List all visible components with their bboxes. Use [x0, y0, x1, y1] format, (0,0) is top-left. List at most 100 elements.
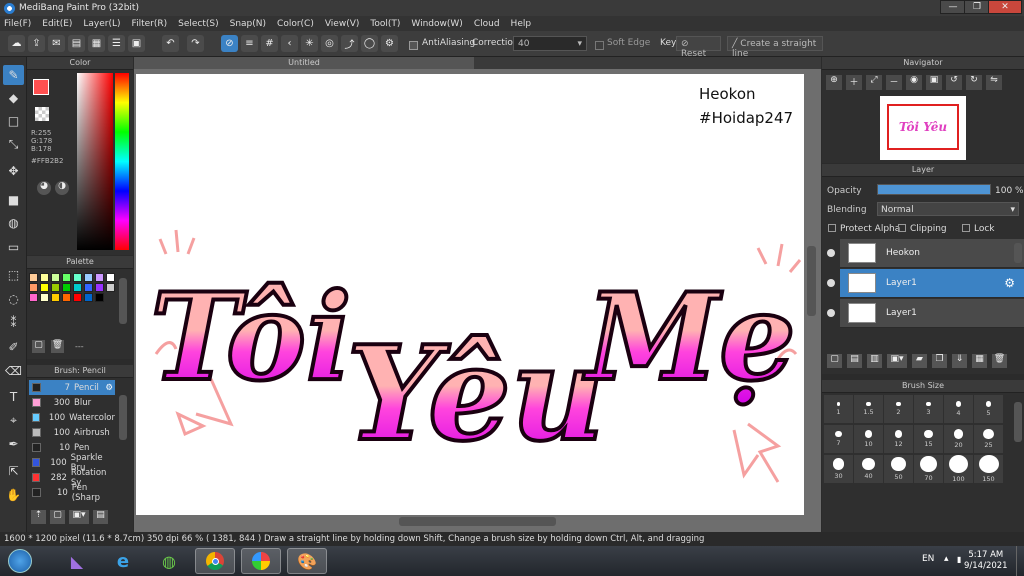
menu-view[interactable]: View(V): [325, 19, 360, 29]
grid-snap-icon[interactable]: #: [261, 35, 278, 52]
radial-snap-icon[interactable]: ✳: [301, 35, 318, 52]
brush-size-cell[interactable]: 12: [884, 425, 913, 453]
folder-icon[interactable]: ▰: [912, 354, 927, 368]
menu-filter[interactable]: Filter(R): [132, 19, 168, 29]
color-settings-icon[interactable]: ◑: [55, 181, 69, 195]
undo-icon[interactable]: ↶: [162, 35, 179, 52]
straight-line-button[interactable]: ╱ Create a straight line: [727, 36, 823, 59]
menu-tool[interactable]: Tool(T): [370, 19, 400, 29]
new-8bit-layer-icon[interactable]: ▤: [847, 354, 862, 368]
blending-select[interactable]: Normal ▾: [877, 202, 1019, 216]
snap-off-icon[interactable]: ⊘: [221, 35, 238, 52]
select-eraser-icon[interactable]: ⌫: [3, 361, 24, 381]
brush-size-cell[interactable]: 5: [974, 395, 1003, 423]
curve-snap-icon[interactable]: ⤴: [341, 35, 358, 52]
canvas-horizontal-scrollbar[interactable]: [399, 517, 556, 526]
rotate-left-icon[interactable]: ↺: [946, 75, 962, 90]
navigate-tool-icon[interactable]: ⇱: [3, 461, 24, 481]
brush-item[interactable]: 300 Blur: [29, 395, 115, 410]
chrome-icon[interactable]: [195, 548, 235, 574]
parallel-snap-icon[interactable]: ≡: [241, 35, 258, 52]
palette-swatch[interactable]: [73, 293, 82, 302]
delete-layer-icon[interactable]: 🗑: [992, 354, 1007, 368]
antialiasing-checkbox[interactable]: [409, 41, 418, 50]
eyedropper-tool-icon[interactable]: ✒: [3, 434, 24, 454]
snap-settings-icon[interactable]: ⚙: [381, 35, 398, 52]
add-brush-icon[interactable]: ▣▾: [69, 510, 89, 524]
show-desktop-button[interactable]: [1016, 546, 1024, 576]
dot-tool-icon[interactable]: ⤡: [3, 134, 24, 154]
hand-tool-icon[interactable]: ✋: [3, 485, 24, 505]
document-tab[interactable]: Untitled: [134, 57, 474, 69]
hue-slider[interactable]: [115, 73, 129, 250]
tray-expand-icon[interactable]: ▴: [944, 554, 949, 564]
palette-swatch[interactable]: [95, 293, 104, 302]
brush-size-cell[interactable]: 20: [944, 425, 973, 453]
menu-select[interactable]: Select(S): [178, 19, 219, 29]
new-layer-icon[interactable]: ▢: [827, 354, 842, 368]
palette-swatch[interactable]: [29, 283, 38, 292]
zoom-fit-icon[interactable]: ⊕: [826, 75, 842, 90]
new-brush-icon[interactable]: ▢: [50, 510, 65, 524]
navigator-preview[interactable]: Tôi Yêu Mẹ: [880, 96, 966, 176]
palette-swatch[interactable]: [106, 283, 115, 292]
color-wheel-icon[interactable]: ◕: [37, 181, 51, 195]
palette-swatch[interactable]: [51, 283, 60, 292]
start-button-icon[interactable]: [2, 548, 38, 574]
brush-size-cell[interactable]: 100: [944, 455, 973, 483]
correction-select[interactable]: 40 ▾: [513, 36, 587, 51]
opacity-slider[interactable]: [877, 184, 991, 195]
circle-snap-icon[interactable]: ◯: [361, 35, 378, 52]
rotate-reset-icon[interactable]: ◉: [906, 75, 922, 90]
palette-swatch[interactable]: [73, 283, 82, 292]
canvas-vertical-scrollbar[interactable]: [807, 246, 816, 316]
brush-size-cell[interactable]: 4: [944, 395, 973, 423]
language-indicator[interactable]: EN: [922, 554, 934, 564]
palette-swatch[interactable]: [62, 273, 71, 282]
minimize-button[interactable]: —: [940, 0, 966, 14]
brush-tool-icon[interactable]: ✎: [3, 65, 24, 85]
menu-help[interactable]: Help: [511, 19, 532, 29]
palette-swatch[interactable]: [84, 283, 93, 292]
reset-button[interactable]: ⊘ Reset: [676, 36, 721, 59]
close-button[interactable]: ✕: [988, 0, 1022, 14]
palette-swatch[interactable]: [51, 273, 60, 282]
brush-size-cell[interactable]: 150: [974, 455, 1003, 483]
brush-size-cell[interactable]: 50: [884, 455, 913, 483]
frame-icon[interactable]: ▣: [128, 35, 145, 52]
palette-swatch[interactable]: [40, 283, 49, 292]
brush-size-cell[interactable]: 40: [854, 455, 883, 483]
clipping-checkbox[interactable]: [898, 224, 906, 232]
lasso-tool-icon[interactable]: ◌: [3, 289, 24, 309]
brush-size-cell[interactable]: 1: [824, 395, 853, 423]
add-layer-menu-icon[interactable]: ▣▾: [887, 354, 907, 368]
perspective-snap-icon[interactable]: ‹: [281, 35, 298, 52]
saturation-brightness-picker[interactable]: [77, 73, 113, 250]
palette-swatch[interactable]: [95, 283, 104, 292]
protect-alpha-checkbox[interactable]: [828, 224, 836, 232]
brush-settings-icon[interactable]: ▤: [93, 510, 108, 524]
layer-row[interactable]: Layer1: [840, 299, 1024, 328]
visibility-eye-icon[interactable]: [827, 249, 835, 257]
transparent-color-swatch[interactable]: [35, 107, 49, 121]
brush-item[interactable]: 100 Watercolor: [29, 410, 115, 425]
marquee-tool-icon[interactable]: ⬚: [3, 265, 24, 285]
menu-file[interactable]: File(F): [4, 19, 31, 29]
layer-scrollbar[interactable]: [1014, 243, 1022, 263]
maximize-button[interactable]: ❐: [964, 0, 990, 14]
visibility-eye-icon[interactable]: [827, 279, 835, 287]
brush-size-cell[interactable]: 7: [824, 425, 853, 453]
palette-swatch[interactable]: [29, 293, 38, 302]
zoom-in-icon[interactable]: ＋: [846, 75, 862, 90]
add-color-icon[interactable]: ▢: [32, 340, 45, 353]
select-pen-icon[interactable]: ✐: [3, 337, 24, 357]
redo-icon[interactable]: ↷: [187, 35, 204, 52]
brush-size-cell[interactable]: 30: [824, 455, 853, 483]
duplicate-layer-icon[interactable]: ❐: [932, 354, 947, 368]
soft-edge-checkbox[interactable]: [595, 41, 604, 50]
drawing-canvas[interactable]: Heokon #Hoidap247 Tôi Yêu Mẹ: [136, 74, 804, 515]
navigator-viewport[interactable]: Tôi Yêu Mẹ: [887, 104, 959, 176]
palette-swatch[interactable]: [84, 293, 93, 302]
concentric-snap-icon[interactable]: ◎: [321, 35, 338, 52]
text-tool-icon[interactable]: T: [3, 387, 24, 407]
